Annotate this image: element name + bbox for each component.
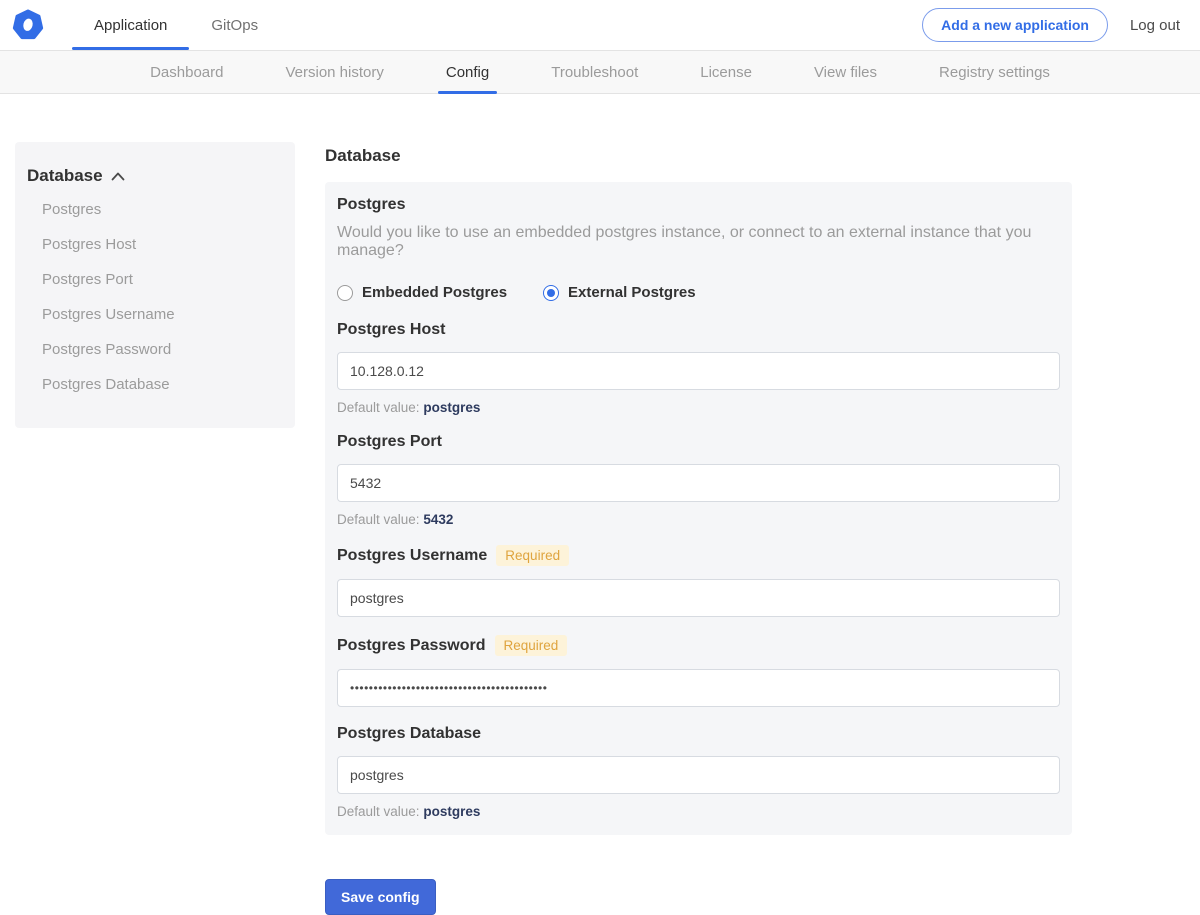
postgres-mode-radio-group: Embedded Postgres External Postgres	[337, 284, 1060, 301]
kots-logo-icon	[12, 9, 44, 40]
postgres-host-default: Default value: postgres	[337, 400, 1060, 415]
radio-embedded-postgres-circle	[337, 284, 353, 301]
default-value: 5432	[423, 512, 454, 527]
tab-gitops-label: GitOps	[211, 16, 259, 34]
field-postgres-password-text: Postgres Password	[337, 636, 486, 654]
app-subnav: Dashboard Version history Config Trouble…	[0, 50, 1200, 94]
field-postgres-host: Postgres Host Default value: postgres	[337, 321, 1060, 415]
sidebar-item-postgres[interactable]: Postgres	[27, 192, 283, 227]
subnav-registry-settings[interactable]: Registry settings	[939, 51, 1050, 93]
radio-external-postgres[interactable]: External Postgres	[543, 284, 696, 301]
subnav-dashboard[interactable]: Dashboard	[150, 51, 223, 93]
radio-embedded-postgres-label: Embedded Postgres	[362, 284, 508, 301]
tab-application[interactable]: Application	[72, 0, 190, 50]
field-postgres-password: Postgres Password Required	[337, 635, 1060, 707]
postgres-username-input[interactable]	[337, 579, 1060, 617]
subnav-license-label: License	[700, 63, 752, 81]
field-postgres-port: Postgres Port Default value: 5432	[337, 433, 1060, 527]
field-postgres-mode-help: Would you like to use an embedded postgr…	[337, 224, 1032, 259]
field-postgres-username: Postgres Username Required	[337, 545, 1060, 617]
field-postgres-username-text: Postgres Username	[337, 546, 488, 564]
required-badge: Required	[494, 635, 568, 656]
default-value: postgres	[423, 400, 481, 415]
field-postgres-username-label: Postgres Username Required	[337, 545, 1060, 566]
field-postgres-host-label: Postgres Host	[337, 321, 446, 338]
field-postgres-password-label: Postgres Password Required	[337, 635, 1060, 656]
subnav-registry-settings-label: Registry settings	[939, 63, 1050, 81]
postgres-password-input[interactable]	[337, 669, 1060, 707]
add-application-button[interactable]: Add a new application	[922, 8, 1108, 42]
postgres-port-default: Default value: 5432	[337, 512, 1060, 527]
chevron-up-icon	[111, 172, 125, 180]
subnav-troubleshoot[interactable]: Troubleshoot	[551, 51, 638, 93]
field-postgres-mode-label: Postgres	[337, 196, 406, 213]
sidebar-item-list: Postgres Postgres Host Postgres Port Pos…	[27, 192, 283, 402]
save-row: Save config	[325, 879, 1072, 915]
top-nav-spacer	[280, 0, 922, 50]
config-group-panel: Postgres Would you like to use an embedd…	[325, 182, 1072, 835]
sidebar-group-database-label: Database	[27, 166, 103, 185]
subnav-view-files-label: View files	[813, 63, 878, 81]
save-config-button[interactable]: Save config	[325, 879, 436, 915]
required-badge: Required	[496, 545, 570, 566]
subnav-troubleshoot-label: Troubleshoot	[551, 63, 639, 81]
subnav-license[interactable]: License	[700, 51, 752, 93]
radio-external-postgres-circle	[543, 284, 560, 301]
sidebar-item-postgres-port[interactable]: Postgres Port	[27, 262, 283, 297]
top-nav: Application GitOps Add a new application…	[0, 0, 1200, 50]
postgres-database-input[interactable]	[337, 756, 1060, 794]
default-value: postgres	[423, 804, 481, 819]
postgres-port-input[interactable]	[337, 464, 1060, 502]
field-postgres-mode: Postgres Would you like to use an embedd…	[337, 196, 1060, 301]
field-postgres-database-label: Postgres Database	[337, 725, 482, 742]
tab-gitops[interactable]: GitOps	[189, 0, 280, 50]
sidebar-item-postgres-host[interactable]: Postgres Host	[27, 227, 283, 262]
postgres-host-input[interactable]	[337, 352, 1060, 390]
subnav-dashboard-label: Dashboard	[150, 63, 224, 81]
page-title: Database	[325, 146, 401, 165]
top-tabs: Application GitOps	[72, 0, 280, 50]
radio-embedded-postgres[interactable]: Embedded Postgres	[337, 284, 507, 301]
config-main: Database Postgres Would you like to use …	[325, 142, 1072, 915]
sidebar-group-database[interactable]: Database	[27, 166, 283, 186]
logout-link[interactable]: Log out	[1130, 17, 1180, 34]
subnav-view-files[interactable]: View files	[814, 51, 877, 93]
subnav-version-history-label: Version history	[285, 63, 384, 81]
subnav-config[interactable]: Config	[437, 51, 498, 94]
sidebar-item-postgres-database[interactable]: Postgres Database	[27, 367, 283, 402]
default-prefix: Default value:	[337, 400, 420, 415]
sidebar-item-postgres-password[interactable]: Postgres Password	[27, 332, 283, 367]
content-area: Database Postgres Postgres Host Postgres…	[0, 94, 1200, 915]
field-postgres-database: Postgres Database Default value: postgre…	[337, 725, 1060, 819]
radio-external-postgres-label: External Postgres	[568, 284, 696, 301]
postgres-database-default: Default value: postgres	[337, 804, 1060, 819]
field-postgres-port-label: Postgres Port	[337, 433, 442, 450]
subnav-config-label: Config	[445, 63, 490, 81]
top-nav-right: Add a new application Log out	[922, 0, 1180, 50]
subnav-version-history[interactable]: Version history	[285, 51, 383, 93]
config-sidebar: Database Postgres Postgres Host Postgres…	[15, 142, 295, 428]
app-logo[interactable]	[12, 0, 44, 50]
default-prefix: Default value:	[337, 804, 420, 819]
sidebar-item-postgres-username[interactable]: Postgres Username	[27, 297, 283, 332]
tab-application-label: Application	[94, 16, 168, 34]
default-prefix: Default value:	[337, 512, 420, 527]
